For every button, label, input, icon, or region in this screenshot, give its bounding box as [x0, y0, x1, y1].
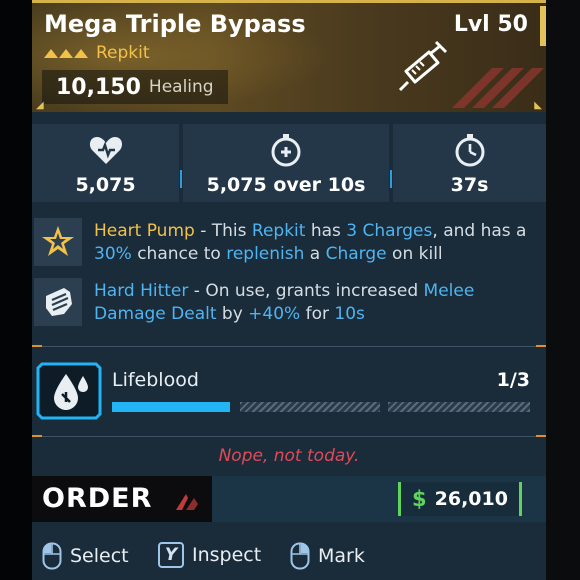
manufacturer-badge: ORDER — [32, 476, 212, 522]
select-label: Select — [70, 545, 129, 567]
perk-text-segment: - On use, grants increased — [188, 281, 424, 301]
section-divider — [32, 436, 546, 437]
perk-keyword: Repkit — [251, 221, 306, 241]
perk-text-segment: for — [300, 304, 335, 324]
stat-cooldown-value: 37s — [450, 174, 489, 196]
perk-description: Hard Hitter - On use, grants increased M… — [94, 280, 534, 326]
stat-separator — [180, 170, 182, 188]
mark-label: Mark — [318, 545, 365, 567]
perk-keyword: 10s — [334, 304, 365, 324]
item-tooltip-card: Mega Triple Bypass Lvl 50 Repkit 10,150 … — [32, 0, 546, 580]
perk-text-segment: - This — [194, 221, 252, 241]
item-level: Lvl 50 — [453, 12, 528, 37]
perk-keyword: Charge — [325, 244, 387, 264]
manufacturer-mark-icon — [176, 494, 198, 510]
control-hints: Select Y Inspect Mark — [32, 540, 546, 576]
healing-unit: Healing — [148, 77, 214, 97]
perk-description: Heart Pump - This Repkit has 3 Charges, … — [94, 220, 534, 266]
perk-name: Hard Hitter — [94, 281, 189, 301]
perk-name: Heart Pump — [94, 221, 195, 241]
inspect-label: Inspect — [192, 544, 262, 566]
heart-health-icon — [89, 137, 122, 164]
perk-keyword: 30% — [94, 244, 132, 264]
syringe-icon — [398, 40, 448, 92]
perk-text-segment: on kill — [386, 244, 443, 264]
warning-message: Nope, not today. — [218, 446, 360, 466]
rarity-chevrons-icon — [44, 49, 88, 58]
manufacturer-logo: ORDER — [42, 483, 153, 514]
section-divider — [32, 346, 546, 347]
left-edge — [0, 0, 32, 580]
stat-health: 5,075 — [32, 124, 179, 202]
perk-keyword: 3 Charges — [346, 221, 433, 241]
star-badge-icon — [42, 226, 74, 256]
perk-heart-pump: Heart Pump - This Repkit has 3 Charges, … — [32, 216, 546, 268]
divider-marker — [536, 435, 546, 437]
perk-text-segment: chance to — [131, 244, 227, 264]
corner-marker-left: ◢ — [36, 100, 44, 111]
stat-separator — [390, 170, 392, 188]
right-edge — [546, 0, 580, 580]
corner-marker-right: ◣ — [534, 100, 542, 111]
price-value: 26,010 — [434, 488, 508, 510]
perk-keyword: +40% — [248, 304, 301, 324]
perk-icon-container — [34, 278, 82, 326]
item-title: Mega Triple Bypass — [44, 10, 306, 38]
healing-stat: 10,150 Healing — [42, 70, 228, 104]
perk-icon-container — [34, 218, 82, 266]
lifeblood-segment-empty — [240, 402, 380, 412]
perk-text-segment: by — [216, 304, 249, 324]
lifeblood-name: Lifeblood — [112, 369, 199, 391]
cooldown-timer-icon — [455, 134, 484, 167]
stats-row: 5,075 5,075 over 10s 37s — [32, 124, 546, 202]
mark-action[interactable]: Mark — [290, 542, 365, 570]
mouse-right-icon — [290, 542, 310, 570]
lifeblood-segment-empty — [388, 402, 530, 412]
rarity-stripes-decor — [452, 68, 544, 108]
healing-value: 10,150 — [56, 74, 141, 100]
rarity-label: Repkit — [96, 43, 150, 63]
timer-heal-icon — [271, 134, 301, 167]
stat-health-value: 5,075 — [75, 174, 136, 196]
perk-text-segment: , and has a — [432, 221, 527, 241]
perk-text-segment: has — [305, 221, 347, 241]
perk-text-segment: a — [304, 244, 326, 264]
lifeblood-segment-filled — [112, 402, 230, 412]
y-key-icon: Y — [158, 542, 184, 568]
divider-marker — [32, 345, 42, 347]
stat-cooldown: 37s — [393, 124, 546, 202]
mouse-left-icon — [42, 542, 62, 570]
select-action[interactable]: Select — [42, 542, 129, 570]
item-header: Mega Triple Bypass Lvl 50 Repkit 10,150 … — [32, 0, 546, 112]
divider-marker — [536, 345, 546, 347]
perk-keyword: replenish — [226, 244, 305, 264]
item-footer: ORDER $ 26,010 — [32, 476, 546, 522]
stat-heal-over-time-value: 5,075 over 10s — [206, 174, 366, 196]
perk-hard-hitter: Hard Hitter - On use, grants increased M… — [32, 276, 546, 328]
scroll-marker — [540, 6, 546, 46]
divider-marker — [32, 435, 42, 437]
inspect-action[interactable]: Y Inspect — [158, 542, 261, 568]
rarity-row: Repkit — [44, 43, 150, 63]
currency-icon: $ — [412, 487, 427, 511]
price-tag: $ 26,010 — [398, 482, 522, 516]
lifeblood-count: 1/3 — [496, 369, 530, 391]
blood-drop-icon — [36, 362, 102, 420]
stat-heal-over-time: 5,075 over 10s — [183, 124, 389, 202]
fist-icon — [46, 288, 72, 316]
